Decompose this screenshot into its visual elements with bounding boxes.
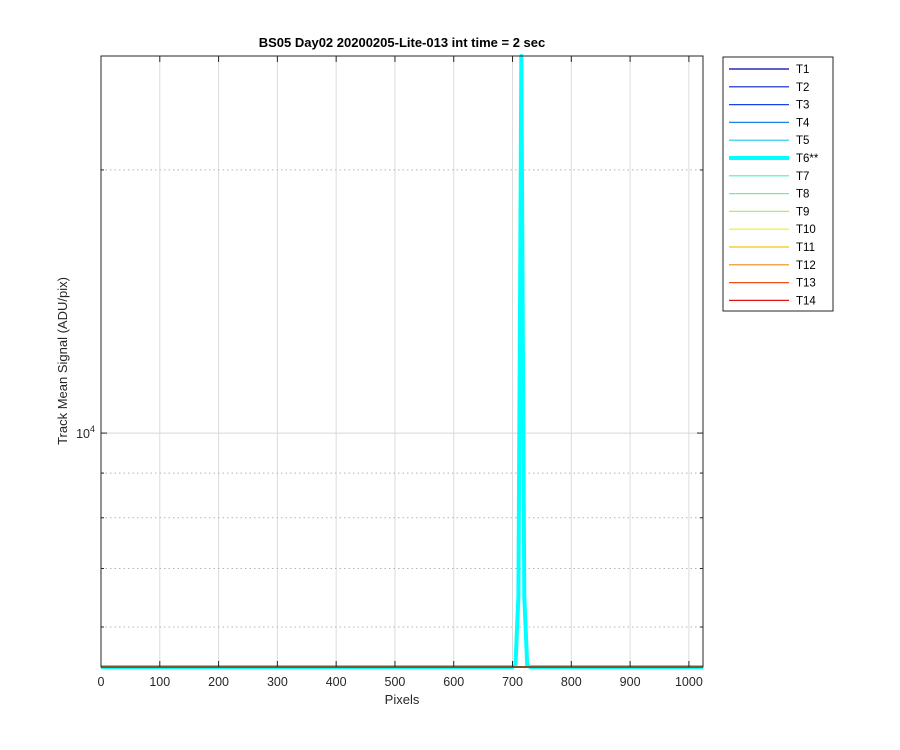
legend-label: T8: [796, 189, 809, 201]
legend-label: T10: [796, 224, 816, 236]
x-tick-label: 0: [98, 675, 105, 689]
legend-label: T9: [796, 206, 809, 218]
x-tick-label: 900: [620, 675, 641, 689]
x-tick-label: 300: [267, 675, 288, 689]
legend-label: T5: [796, 135, 809, 147]
x-tick-label: 400: [326, 675, 347, 689]
legend-label: T1: [796, 64, 809, 76]
legend-label: T12: [796, 260, 816, 272]
x-tick-label: 100: [149, 675, 170, 689]
chart-title: BS05 Day02 20200205-Lite-013 int time = …: [259, 35, 546, 50]
legend-label: T3: [796, 100, 809, 112]
legend-box: [722, 56, 834, 312]
x-tick-label: 700: [502, 675, 523, 689]
legend-label: T11: [796, 242, 815, 254]
y-axis-label: Track Mean Signal (ADU/pix): [55, 277, 70, 445]
legend: T1 T2 T3 T4 T5 T6** T7 T8 T9 T10 T11 T12 T13 T14: [722, 56, 834, 312]
x-tick-label: 800: [561, 675, 582, 689]
legend-label: T13: [796, 278, 816, 290]
x-tick-label: 1000: [675, 675, 703, 689]
legend-label: T7: [796, 171, 809, 183]
x-tick-label: 600: [443, 675, 464, 689]
legend-label: T14: [796, 295, 816, 307]
chart-figure: 0 100 200 300 400 500 600 700 800 900 1000104 BS05…: [0, 0, 900, 750]
x-tick-label: 500: [385, 675, 406, 689]
x-tick-label: 200: [208, 675, 229, 689]
legend-label: T4: [796, 117, 810, 129]
x-axis-label: Pixels: [385, 692, 420, 707]
legend-label: T2: [796, 82, 809, 94]
legend-label: T6**: [796, 153, 819, 165]
plot-area: [101, 56, 703, 667]
